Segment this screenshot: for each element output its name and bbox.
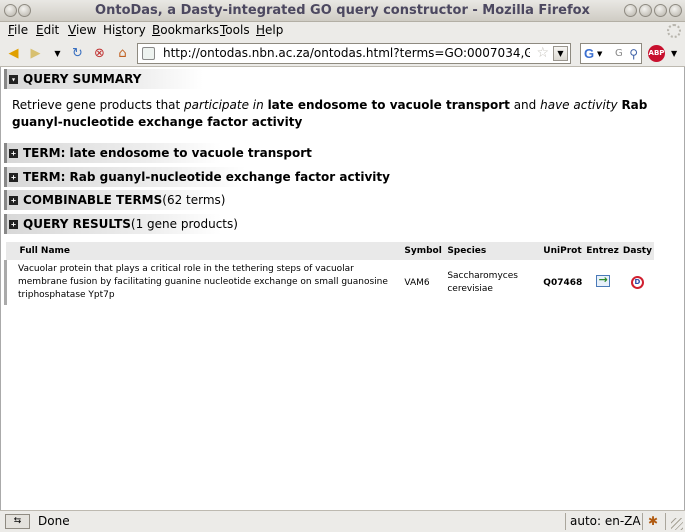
col-entrez: Entrez [584,242,621,260]
cell-uniprot[interactable]: Q07468 [541,260,584,305]
expand-toggle-icon[interactable]: + [9,148,18,158]
adblock-dropdown-icon[interactable]: ▼ [671,49,677,58]
summary-term-1: late endosome to vacuole transport [267,98,510,112]
col-species: Species [445,242,542,260]
status-separator [642,513,643,530]
resize-grip-icon[interactable] [671,518,683,530]
menu-help[interactable]: Help [256,23,283,37]
expand-toggle-icon[interactable]: + [9,195,18,205]
url-dropdown-button[interactable]: ▼ [553,46,568,61]
page-content: ▾ QUERY SUMMARY Retrieve gene products t… [0,67,685,510]
query-summary-text: Retrieve gene products that participate … [12,97,680,131]
section-title: COMBINABLE TERMS [23,193,163,207]
dictionary-language[interactable]: auto: en-ZA [570,514,641,528]
status-separator [665,513,666,530]
dasty-link-icon[interactable]: D [630,276,644,289]
menu-view[interactable]: View [68,23,96,37]
section-title: TERM: late endosome to vacuole transport [23,146,312,160]
summary-relation-1: participate in [184,98,264,112]
cell-full-name: Vacuolar protein that plays a critical r… [4,260,403,305]
cell-species: Saccharomyces cerevisiae [447,270,518,294]
status-bar: ⇆ Done auto: en-ZA ✱ [0,510,685,532]
section-query-summary[interactable]: ▾ QUERY SUMMARY [4,69,334,89]
url-text[interactable]: http://ontodas.nbn.ac.za/ontodas.html?te… [163,46,530,60]
reload-icon[interactable]: ↻ [70,46,85,61]
cell-symbol: VAM6 [404,277,430,288]
section-term-1[interactable]: + TERM: late endosome to vacuole transpo… [4,143,364,163]
throbber-icon [667,24,681,38]
summary-relation-2: have activity [540,98,618,112]
section-title: TERM: Rab guanyl-nucleotide exchange fac… [23,170,390,184]
section-count: (62 terms) [162,193,226,207]
forward-icon[interactable]: ▶ [28,46,43,61]
menu-bar: File Edit View History Bookmarks Tools H… [0,22,685,40]
window-titlebar: OntoDas, a Dasty-integrated GO query con… [0,0,685,22]
home-icon[interactable]: ⌂ [115,46,130,61]
status-separator [565,513,566,530]
section-term-2[interactable]: + TERM: Rab guanyl-nucleotide exchange f… [4,167,404,187]
search-input[interactable]: G [615,48,623,59]
section-title: QUERY SUMMARY [23,72,142,86]
expand-toggle-icon[interactable]: + [9,219,18,229]
window-title: OntoDas, a Dasty-integrated GO query con… [95,3,590,18]
back-icon[interactable]: ◀ [6,46,21,61]
expand-toggle-icon[interactable]: + [9,172,18,182]
window-minimize-button[interactable] [624,4,637,17]
col-dasty: Dasty [620,242,654,260]
col-uniprot: UniProt [541,242,585,260]
summary-conjunction: and [509,98,541,112]
history-dropdown-icon[interactable]: ▼ [50,46,65,61]
summary-prefix: Retrieve gene products that [12,98,185,112]
url-bar[interactable]: http://ontodas.nbn.ac.za/ontodas.html?te… [137,43,571,64]
results-header-row: Full Name Symbol Species UniProt Entrez … [5,242,654,260]
firebug-icon[interactable]: ✱ [648,514,658,528]
entrez-link-icon[interactable] [595,273,610,287]
cell-entrez [584,260,621,305]
window-restore-button[interactable] [654,4,667,17]
menu-file[interactable]: File [8,23,28,37]
bookmark-star-icon[interactable]: ☆ [536,45,549,61]
site-favicon-icon [142,47,155,60]
search-bar[interactable]: G ▼ G ⚲ [580,43,642,64]
adblock-plus-icon[interactable]: ABP [648,45,665,62]
menu-bookmarks[interactable]: Bookmarks [152,23,219,37]
menu-history[interactable]: History [103,23,146,37]
window-close-button[interactable] [669,4,682,17]
google-engine-icon[interactable]: G [584,46,594,61]
navigation-toolbar: ◀ ▶ ▼ ↻ ⊗ ⌂ http://ontodas.nbn.ac.za/ont… [0,40,685,67]
table-row: Vacuolar protein that plays a critical r… [4,260,655,305]
section-query-results[interactable]: + QUERY RESULTS (1 gene products) [4,214,364,234]
cell-dasty: D [621,260,654,305]
results-table: Full Name Symbol Species UniProt Entrez … [4,242,654,305]
menu-edit[interactable]: Edit [36,23,59,37]
menu-tools[interactable]: Tools [220,23,250,37]
stop-icon[interactable]: ⊗ [92,46,107,61]
section-count: (1 gene products) [130,217,238,231]
status-connection-icon[interactable]: ⇆ [5,514,30,529]
engine-dropdown-icon[interactable]: ▼ [597,50,602,58]
section-combinable-terms[interactable]: + COMBINABLE TERMS (62 terms) [4,190,364,210]
window-maximize-button[interactable] [639,4,652,17]
search-icon[interactable]: ⚲ [629,47,638,61]
col-symbol: Symbol [402,242,446,260]
status-text: Done [38,514,70,528]
col-full-name: Full Name [5,242,403,260]
collapse-toggle-icon[interactable]: ▾ [9,74,18,84]
section-title: QUERY RESULTS [23,217,131,231]
